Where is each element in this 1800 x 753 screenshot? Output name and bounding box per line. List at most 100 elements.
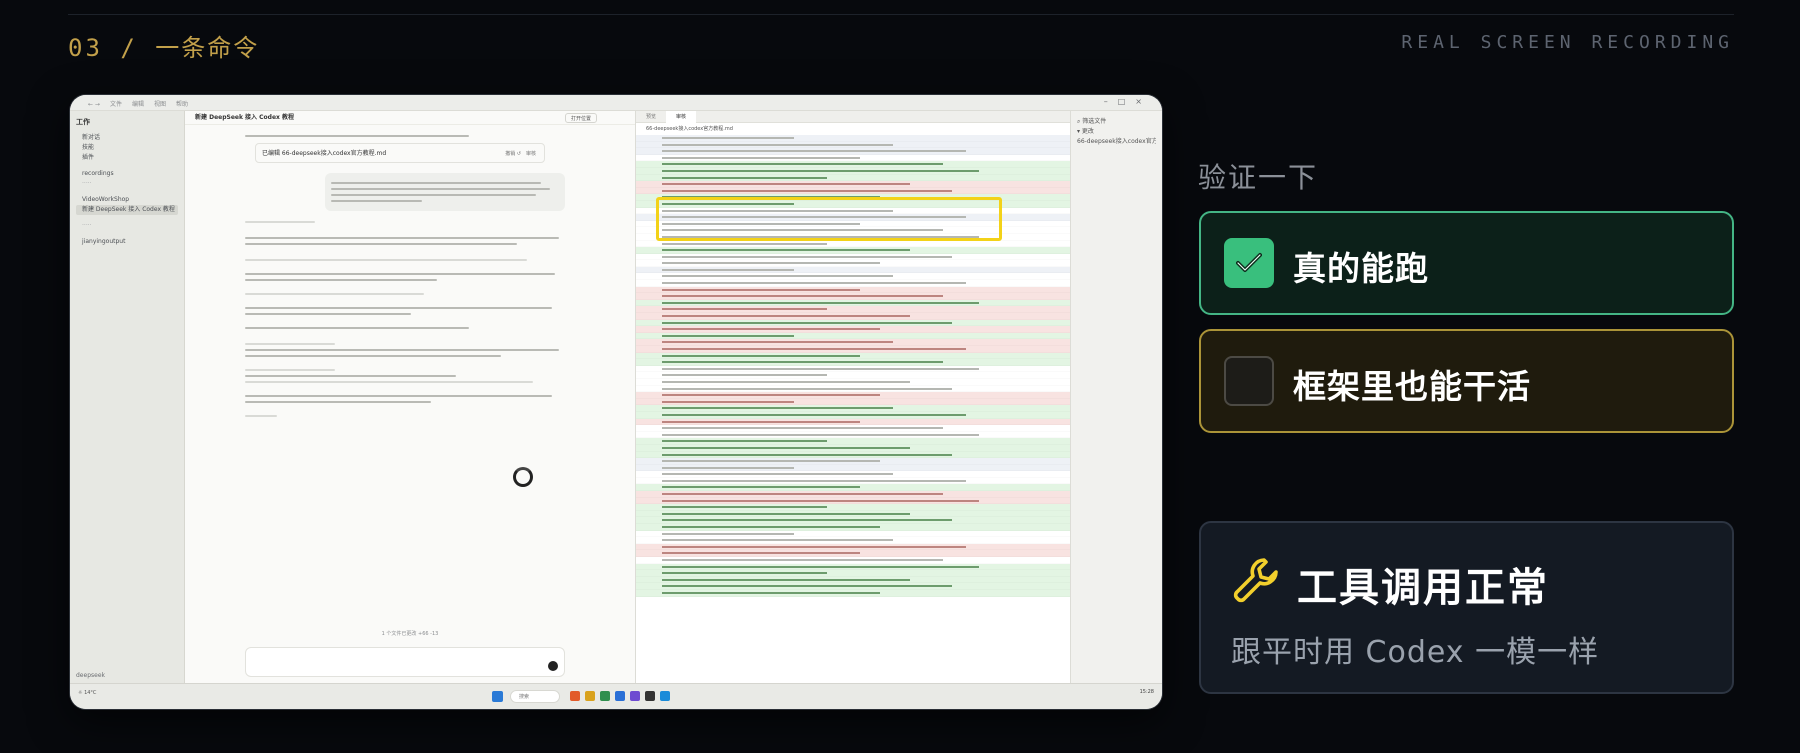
checklist-item-label: 真的能跑 [1293,249,1429,288]
diff-file-path: 66-deepseek接入codex官方教程.md [646,126,733,132]
diff-line [636,576,1070,584]
sidebar-item-placeholder: ····· [82,222,92,229]
diff-line [636,148,1070,155]
diff-line [636,464,1070,472]
diff-line [636,392,1070,399]
diff-line [636,306,1070,314]
diff-line [636,438,1070,445]
sidebar-item-videoworkshop[interactable]: VideoWorkShop [76,195,178,205]
verify-label: 验证一下 [1198,161,1319,194]
diff-line [636,589,1070,597]
section-tag: 03 / 一条命令 [68,28,259,63]
open-location-button[interactable]: 打开位置 [564,113,597,123]
checklist-item-label: 框架里也能干活 [1293,367,1531,406]
file-tree-panel: ⌕ 筛选文件 ▾ 更改 66-deepseek接入codex官方教程.md [1070,111,1162,683]
taskbar-search[interactable]: 搜索 [510,690,560,703]
diff-line [636,286,1070,294]
diff-line [636,504,1070,511]
edited-file-card[interactable]: 已编辑 66-deepseek接入codex官方教程.md 撤销 ↺ 审核 [255,143,545,163]
diff-line [636,247,1070,254]
file-tree-folder[interactable]: ▾ 更改 [1077,127,1156,137]
diff-line [636,491,1070,498]
chat-header: 新建 DeepSeek 接入 Codex 教程 打开位置 [185,111,635,125]
diff-line [636,372,1070,379]
window-titlebar: ← → 文件 编辑 视图 帮助 –□× [70,95,1162,111]
sidebar-item-placeholder: ····· [82,180,92,187]
tab-diff[interactable]: 审核 [666,111,697,123]
sidebar-footer: deepseek [76,672,105,679]
diff-line [636,366,1070,373]
section-title: 一条命令 [155,34,260,62]
loading-spinner-icon [513,467,533,487]
app-icon[interactable] [630,691,640,701]
app-icon[interactable] [585,691,595,701]
diff-line [636,432,1070,439]
diff-line [636,254,1070,261]
sidebar-item-new-chat[interactable]: 新对话 [76,133,178,143]
diff-line [636,458,1070,465]
diff-line [636,346,1070,353]
chat-composer[interactable] [245,647,565,677]
os-taskbar: ☼ 14°C 搜索 15:28 [70,683,1162,709]
app-sidebar: 工作 新对话 技能 插件 recordings ····· VideoWorkS… [70,111,185,683]
diff-line [636,563,1070,571]
start-icon[interactable] [492,691,503,702]
diff-line [636,418,1070,426]
send-icon[interactable] [548,661,558,671]
diff-line [636,167,1070,175]
diff-line [636,405,1070,412]
taskbar-clock: 15:28 [1139,689,1154,695]
sidebar-item-jianyingoutput[interactable]: jianyingoutput [76,237,178,247]
diff-line [636,332,1070,340]
app-icon[interactable] [660,691,670,701]
diff-panel: 预览 审核 66-deepseek接入codex官方教程.md [635,111,1070,683]
diff-line [636,161,1070,168]
sidebar-item-recordings[interactable]: recordings [76,169,178,179]
diff-line [636,266,1070,274]
checklist-item-runs: 真的能跑 [1199,211,1734,315]
diff-line [636,352,1070,360]
window-controls[interactable]: –□× [1104,97,1152,106]
section-number: 03 / [68,34,156,62]
app-icon[interactable] [570,691,580,701]
diff-line [636,273,1070,280]
checklist-item-framework: 框架里也能干活 [1199,329,1734,433]
diff-line [636,537,1070,544]
diff-line [636,187,1070,195]
diff-line [636,386,1070,393]
weather-widget[interactable]: ☼ 14°C [78,690,96,696]
diff-line [636,425,1070,432]
diff-line [636,299,1070,307]
tools-card: 工具调用正常 跟平时用 Codex 一模一样 [1199,521,1734,694]
app-icon[interactable] [600,691,610,701]
diff-line [636,379,1070,386]
file-tree-item[interactable]: 66-deepseek接入codex官方教程.md [1077,137,1156,147]
diff-line [636,155,1070,162]
diff-line [636,241,1070,248]
file-tree-search[interactable]: ⌕ 筛选文件 [1077,117,1156,127]
diff-line [636,141,1070,149]
diff-line [636,471,1070,478]
tab-preview[interactable]: 预览 [636,111,666,123]
wrench-icon [1231,555,1281,609]
diff-line [636,550,1070,557]
changes-summary[interactable]: 1 个文件已更改 +66 -13 [185,630,635,637]
diff-line [636,517,1070,525]
recording-tag: REAL SCREEN RECORDING [1401,32,1734,53]
file-card-actions[interactable]: 撤销 ↺ 审核 [505,150,536,157]
app-icon[interactable] [615,691,625,701]
diff-line [636,319,1070,327]
diff-line [636,398,1070,406]
diff-line [636,135,1070,142]
diff-line [636,280,1070,287]
checked-checkbox-icon [1224,238,1274,288]
sidebar-item-plugins[interactable]: 插件 [76,153,178,163]
sidebar-item-current-thread[interactable]: 新建 DeepSeek 接入 Codex 教程 [76,205,178,215]
sidebar-item-skills[interactable]: 技能 [76,143,178,153]
diff-line [636,260,1070,267]
tools-title: 工具调用正常 [1297,565,1549,611]
diff-line [636,174,1070,182]
chat-title: 新建 DeepSeek 接入 Codex 教程 [195,114,294,121]
taskbar-apps [570,691,675,703]
app-icon[interactable] [645,691,655,701]
